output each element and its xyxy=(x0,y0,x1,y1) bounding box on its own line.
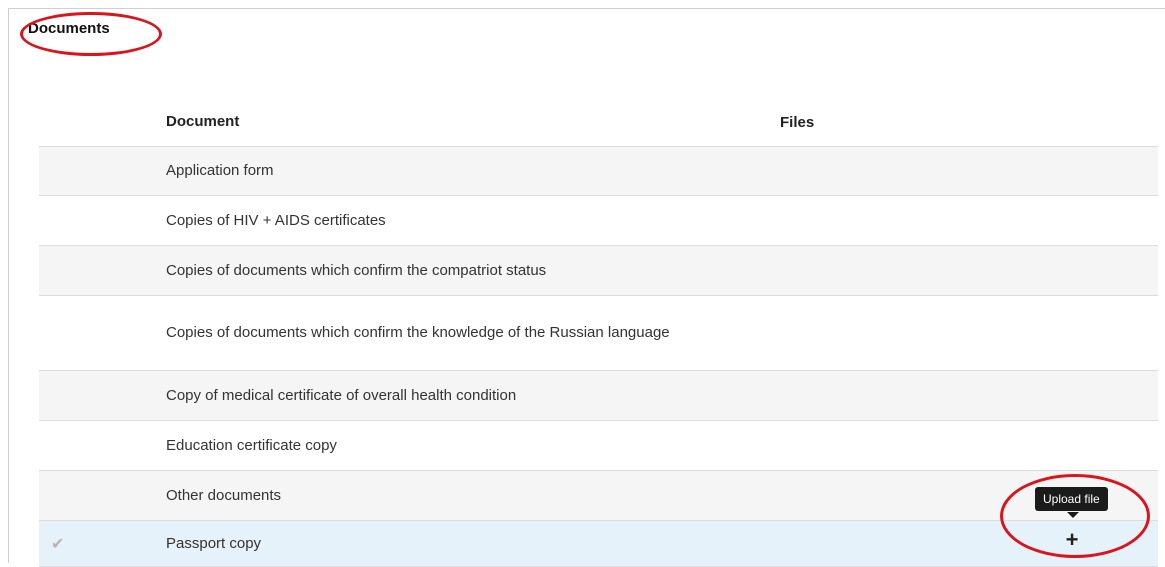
table-row[interactable]: Education certificate copy xyxy=(39,421,1158,471)
documents-table: Document Files Application form Copies o… xyxy=(39,98,1158,567)
table-row[interactable]: Copy of medical certificate of overall h… xyxy=(39,371,1158,421)
table-header: Document Files xyxy=(39,98,1158,147)
document-name: Copies of documents which confirm the co… xyxy=(166,261,547,279)
document-name: Copies of HIV + AIDS certificates xyxy=(166,211,386,229)
table-row[interactable]: Copies of documents which confirm the co… xyxy=(39,246,1158,296)
files-cell xyxy=(780,421,1158,470)
table-row[interactable]: Application form xyxy=(39,147,1158,196)
files-cell xyxy=(780,147,1158,195)
document-name: Copies of documents which confirm the kn… xyxy=(166,324,670,341)
header-document: Document xyxy=(166,113,240,130)
check-icon: ✔ xyxy=(51,535,65,553)
files-cell xyxy=(780,371,1158,420)
annotation-ellipse-title xyxy=(20,12,162,56)
files-cell xyxy=(780,196,1158,245)
row-check-cell: ✔ xyxy=(39,534,166,554)
annotation-ellipse-upload xyxy=(1000,474,1150,558)
document-name: Application form xyxy=(166,162,274,179)
document-name: Education certificate copy xyxy=(166,436,337,454)
document-name: Other documents xyxy=(166,486,282,504)
table-row[interactable]: Other documents xyxy=(39,471,1158,521)
table-row[interactable]: Copies of HIV + AIDS certificates xyxy=(39,196,1158,246)
header-files: Files xyxy=(780,113,815,131)
table-row-selected[interactable]: ✔ Passport copy xyxy=(39,521,1158,567)
document-name: Copy of medical certificate of overall h… xyxy=(166,386,517,404)
files-cell xyxy=(780,246,1158,295)
table-row[interactable]: Copies of documents which confirm the kn… xyxy=(39,296,1158,371)
files-cell xyxy=(780,296,1158,370)
document-name: Passport copy xyxy=(166,534,262,552)
